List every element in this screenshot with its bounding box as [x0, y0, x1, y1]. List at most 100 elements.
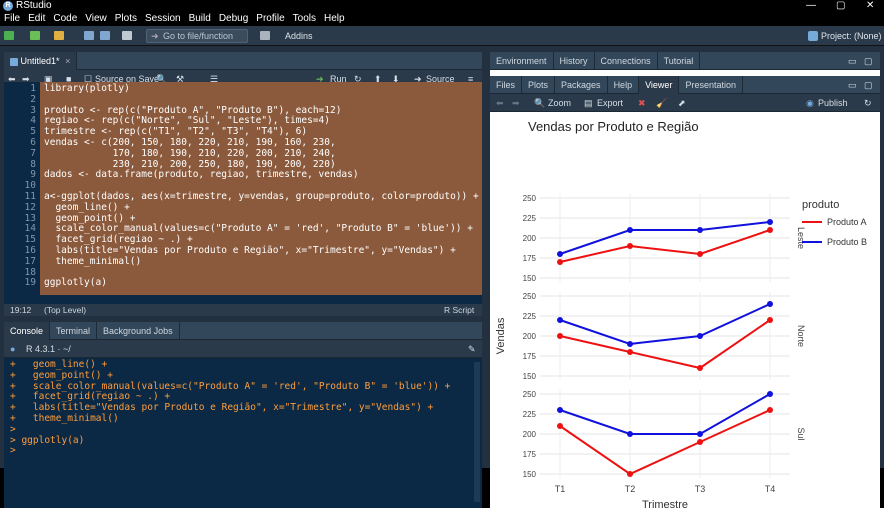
publish-icon[interactable]: ◉: [806, 96, 814, 110]
clear-console-icon[interactable]: ✎: [468, 342, 476, 356]
title-bar: R RStudio — ▢ ✕: [0, 0, 884, 12]
goto-file-input[interactable]: ➜ Go to file/function: [146, 29, 248, 43]
addins-button[interactable]: Addins: [285, 29, 313, 43]
export-button[interactable]: Export: [597, 96, 623, 110]
open-in-browser-icon[interactable]: ⬈: [678, 96, 686, 110]
tab-terminal[interactable]: Terminal: [50, 322, 98, 340]
data-point: [697, 333, 703, 339]
tab-console[interactable]: Console: [4, 322, 51, 340]
data-point: [627, 471, 633, 477]
y-tick-label: 150: [523, 470, 537, 479]
data-point: [767, 407, 773, 413]
menu-profile[interactable]: Profile: [252, 12, 288, 26]
data-point: [627, 227, 633, 233]
print-icon[interactable]: [122, 31, 132, 40]
maximize-pane-icon[interactable]: ▢: [864, 54, 873, 68]
menu-build[interactable]: Build: [185, 12, 215, 26]
cursor-position: 19:12: [10, 305, 32, 315]
data-point: [697, 227, 703, 233]
maximize-icon[interactable]: ▢: [836, 0, 845, 12]
zoom-button[interactable]: Zoom: [548, 96, 571, 110]
console-scrollbar[interactable]: [474, 362, 480, 502]
zoom-icon[interactable]: 🔍: [534, 96, 545, 110]
close-icon[interactable]: ✕: [866, 0, 874, 12]
tab-environment[interactable]: Environment: [490, 52, 554, 70]
tab-connections[interactable]: Connections: [595, 52, 658, 70]
y-tick-label: 175: [523, 450, 537, 459]
code-line: theme_minimal(): [44, 255, 142, 267]
legend-label: Produto A: [827, 217, 867, 227]
project-menu[interactable]: Project: (None): [821, 29, 882, 43]
export-icon[interactable]: ▤: [584, 96, 593, 110]
line-number: 19: [24, 277, 36, 289]
tab-untitled1[interactable]: Untitled1* ×: [4, 52, 78, 70]
tab-close-icon[interactable]: ×: [65, 56, 70, 66]
y-tick-label: 200: [523, 234, 537, 243]
new-file-icon[interactable]: [4, 31, 14, 40]
refresh-icon[interactable]: ↻: [864, 96, 872, 110]
minimize-icon[interactable]: —: [806, 0, 816, 12]
grid-layout-icon[interactable]: [260, 31, 270, 40]
menu-plots[interactable]: Plots: [111, 12, 141, 26]
data-point: [697, 431, 703, 437]
menu-debug[interactable]: Debug: [215, 12, 252, 26]
clear-all-icon[interactable]: 🧹: [656, 96, 667, 110]
open-folder-icon[interactable]: [54, 31, 64, 40]
menu-file[interactable]: File: [0, 12, 24, 26]
data-point: [627, 243, 633, 249]
menu-bar: File Edit Code View Plots Session Build Debug Pr…: [0, 12, 884, 26]
tab-files[interactable]: Files: [490, 76, 523, 94]
menu-session[interactable]: Session: [141, 12, 185, 26]
y-tick-label: 200: [523, 430, 537, 439]
menu-edit[interactable]: Edit: [24, 12, 49, 26]
y-tick-label: 250: [523, 390, 537, 399]
y-tick-label: 175: [523, 254, 537, 263]
facet-strip-label: Leste: [796, 227, 806, 249]
data-point: [767, 317, 773, 323]
y-axis-label: Vendas: [495, 317, 507, 354]
r-version: R 4.3.1 · ~/: [26, 344, 71, 354]
publish-button[interactable]: Publish: [818, 96, 848, 110]
viewer-toolbar: ⬅ ➡ 🔍 Zoom ▤ Export ✖ 🧹 ⬈ ◉ Publish ↻: [490, 94, 880, 112]
tab-tutorial[interactable]: Tutorial: [658, 52, 701, 70]
new-project-icon[interactable]: [30, 31, 40, 40]
r-file-icon: [10, 57, 18, 66]
console-line: + geom_point() +: [10, 369, 113, 381]
file-type-indicator[interactable]: R Script: [444, 304, 474, 316]
maximize-pane2-icon[interactable]: ▢: [864, 78, 873, 92]
goto-arrow-icon: ➜: [151, 31, 159, 41]
code-lines[interactable]: library(plotly) produto <- rep(c("Produto…: [40, 82, 482, 304]
menu-code[interactable]: Code: [49, 12, 81, 26]
save-all-icon[interactable]: [100, 31, 110, 40]
console-output[interactable]: + geom_line() + + geom_point() + + scale_c…: [4, 358, 474, 504]
forward-icon[interactable]: ➡: [512, 96, 520, 110]
data-point: [557, 333, 563, 339]
minimize-pane2-icon[interactable]: ▭: [848, 78, 857, 92]
tab-packages[interactable]: Packages: [555, 76, 608, 94]
y-tick-label: 225: [523, 214, 537, 223]
y-tick-label: 150: [523, 274, 537, 283]
minimize-pane-icon[interactable]: ▭: [848, 54, 857, 68]
menu-help[interactable]: Help: [320, 12, 349, 26]
scope-indicator[interactable]: (Top Level): [44, 304, 86, 316]
y-tick-label: 250: [523, 194, 537, 203]
data-point: [767, 301, 773, 307]
tab-history[interactable]: History: [554, 52, 595, 70]
tab-background-jobs[interactable]: Background Jobs: [97, 322, 180, 340]
remove-viewer-icon[interactable]: ✖: [638, 96, 646, 110]
plotly-chart[interactable]: Vendas por Produto e Região 150 175 200 225 2…: [490, 112, 880, 508]
line-number: 12: [24, 201, 36, 213]
tab-plots[interactable]: Plots: [522, 76, 556, 94]
y-tick-label: 225: [523, 410, 537, 419]
code-line: ggplotly(a): [44, 277, 107, 289]
code-line: dados <- data.frame(produto, regiao, tri…: [44, 169, 359, 181]
tab-help[interactable]: Help: [608, 76, 640, 94]
tab-viewer[interactable]: Viewer: [639, 76, 680, 94]
menu-view[interactable]: View: [81, 12, 111, 26]
data-point: [697, 365, 703, 371]
tab-presentation[interactable]: Presentation: [679, 76, 743, 94]
project-icon: [808, 31, 818, 41]
save-icon[interactable]: [84, 31, 94, 40]
menu-tools[interactable]: Tools: [289, 12, 320, 26]
back-icon[interactable]: ⬅: [496, 96, 504, 110]
